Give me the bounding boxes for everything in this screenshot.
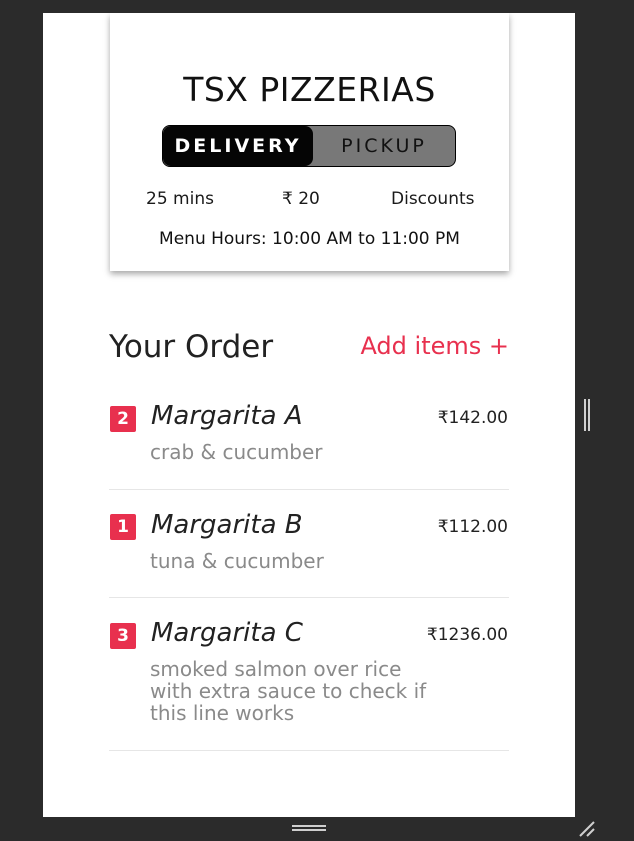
order-title: Your Order bbox=[109, 329, 274, 365]
item-description: smoked salmon over rice with extra sauce… bbox=[150, 657, 427, 725]
menu-hours: Menu Hours: 10:00 AM to 11:00 PM bbox=[159, 229, 460, 249]
quantity-badge: 2 bbox=[110, 406, 136, 432]
item-price: ₹1236.00 bbox=[426, 625, 508, 645]
order-item[interactable]: 3 Margarita C ₹1236.00 smoked salmon ove… bbox=[109, 597, 509, 751]
item-price: ₹142.00 bbox=[437, 408, 508, 428]
item-name: Margarita A bbox=[151, 401, 303, 431]
store-name: TSX PIZZERIAS bbox=[183, 70, 436, 109]
item-name: Margarita B bbox=[151, 510, 303, 540]
pickup-option[interactable]: PICKUP bbox=[313, 126, 455, 166]
item-description: crab & cucumber bbox=[150, 440, 323, 464]
discounts-label[interactable]: Discounts bbox=[391, 189, 475, 209]
delivery-option[interactable]: DELIVERY bbox=[163, 126, 313, 166]
quantity-badge: 3 bbox=[110, 623, 136, 649]
delivery-pickup-toggle[interactable]: DELIVERY PICKUP bbox=[162, 125, 456, 167]
item-price: ₹112.00 bbox=[437, 517, 508, 537]
store-header-card: TSX PIZZERIAS DELIVERY PICKUP 25 mins ₹ … bbox=[110, 13, 509, 271]
app-viewport: TSX PIZZERIAS DELIVERY PICKUP 25 mins ₹ … bbox=[43, 13, 575, 817]
add-items-button[interactable]: Add items + bbox=[360, 332, 509, 360]
item-description: tuna & cucumber bbox=[150, 549, 324, 573]
vertical-drag-handle-icon[interactable] bbox=[584, 399, 590, 431]
resize-corner-icon[interactable] bbox=[578, 820, 596, 838]
delivery-fee: ₹ 20 bbox=[282, 189, 320, 209]
delivery-time: 25 mins bbox=[146, 189, 214, 209]
order-item[interactable]: 2 Margarita A ₹142.00 crab & cucumber bbox=[109, 388, 509, 490]
quantity-badge: 1 bbox=[110, 514, 136, 540]
order-item[interactable]: 1 Margarita B ₹112.00 tuna & cucumber bbox=[109, 489, 509, 598]
horizontal-drag-handle-icon[interactable] bbox=[292, 825, 326, 833]
item-name: Margarita C bbox=[151, 618, 303, 648]
